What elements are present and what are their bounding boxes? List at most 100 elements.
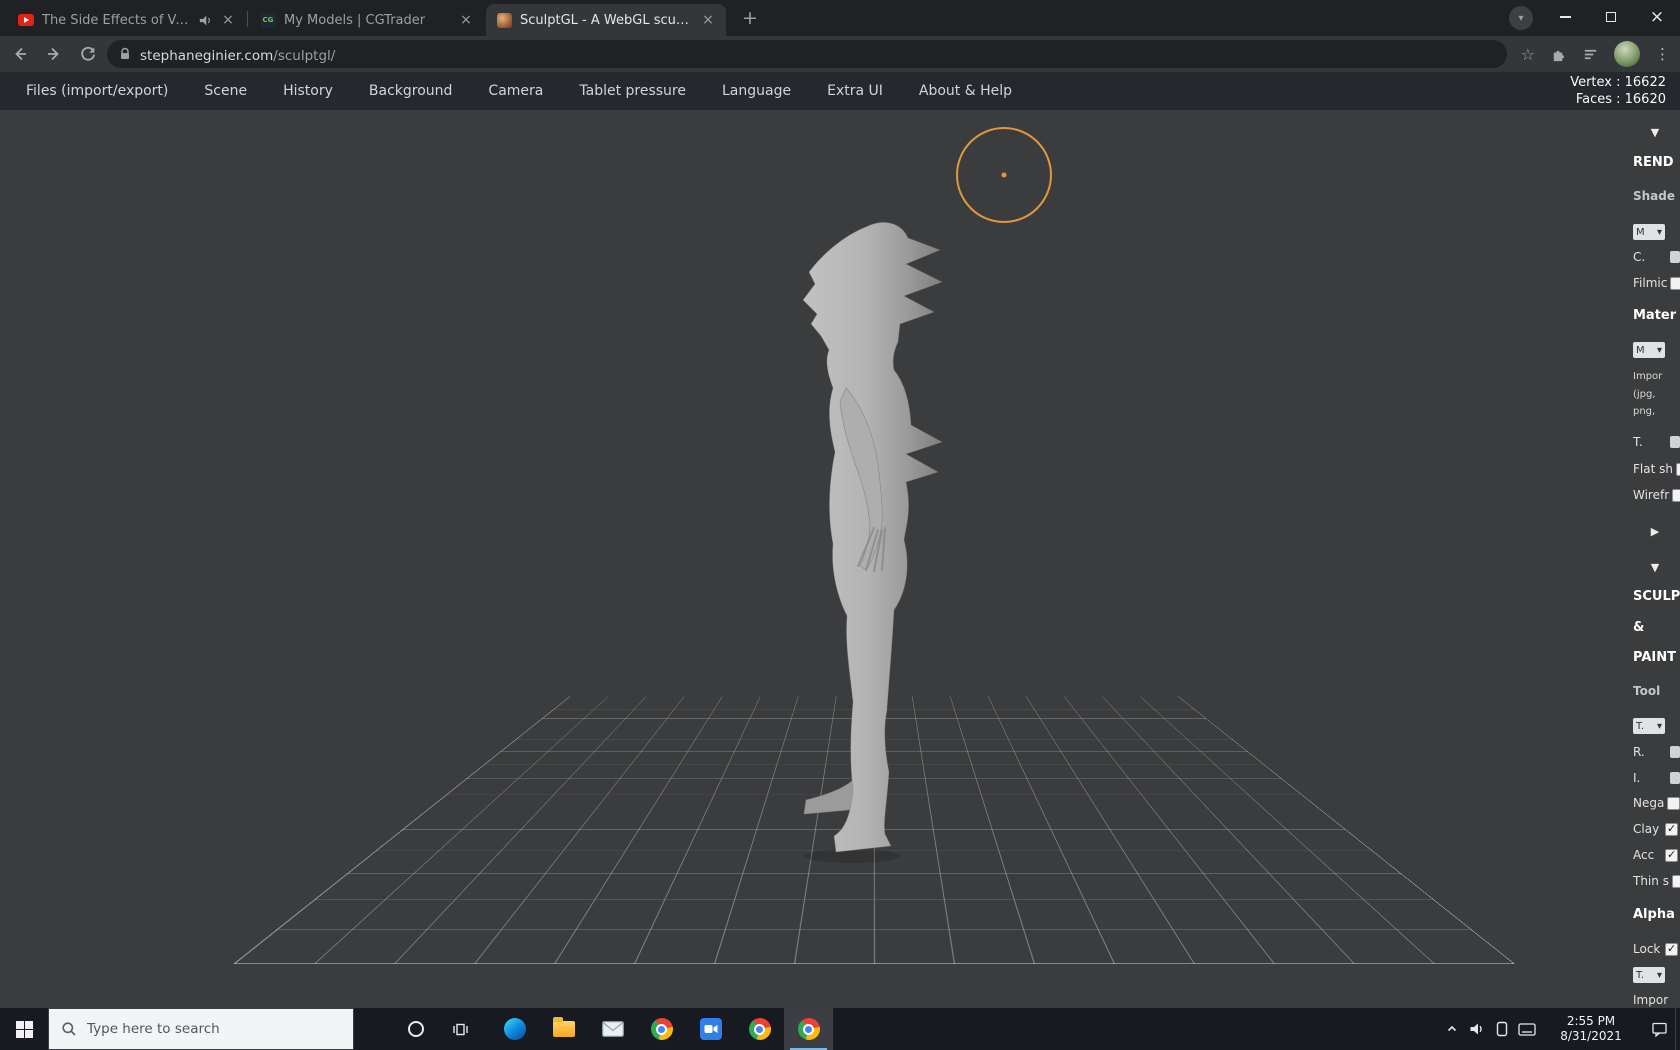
browser-menu-icon[interactable]: ⋮ bbox=[1655, 45, 1670, 63]
pen-device-icon[interactable] bbox=[1489, 1008, 1514, 1050]
tab-cgtrader[interactable]: CG My Models | CGTrader × bbox=[250, 4, 484, 36]
matcap-section-title: Mater bbox=[1633, 307, 1677, 323]
tab-close-icon[interactable]: × bbox=[700, 12, 716, 28]
negative-row[interactable]: Nega bbox=[1630, 793, 1680, 813]
new-tab-button[interactable]: + bbox=[738, 6, 762, 30]
negative-checkbox[interactable] bbox=[1667, 796, 1680, 810]
lock-alpha-row[interactable]: Lock bbox=[1630, 939, 1680, 959]
wireframe-checkbox[interactable] bbox=[1672, 488, 1680, 502]
tool-select-row[interactable]: T. ▾ bbox=[1630, 716, 1680, 736]
menu-language[interactable]: Language bbox=[722, 83, 791, 99]
taskbar-video-button[interactable] bbox=[686, 1008, 735, 1050]
rendering-collapse-icon[interactable]: ▼ bbox=[1630, 122, 1680, 142]
thin-surface-row[interactable]: Thin s bbox=[1630, 871, 1680, 891]
back-button[interactable] bbox=[10, 44, 30, 64]
transparency-slider[interactable] bbox=[1670, 436, 1680, 448]
mail-icon bbox=[601, 1021, 624, 1037]
menu-extra-ui[interactable]: Extra UI bbox=[827, 83, 883, 99]
taskbar-clock[interactable]: 2:55 PM 8/31/2021 bbox=[1539, 1014, 1643, 1044]
tab-sculptgl[interactable]: SculptGL - A WebGL sculpting ap × bbox=[486, 4, 726, 36]
flat-shading-checkbox[interactable] bbox=[1675, 462, 1680, 476]
taskbar-search-box[interactable]: Type here to search bbox=[48, 1008, 354, 1050]
tab-title: The Side Effects of Vaccines bbox=[42, 12, 191, 28]
tab-search-button[interactable]: ▾ bbox=[1509, 6, 1533, 30]
matcap-select[interactable]: M ▾ bbox=[1633, 342, 1665, 358]
shading-select-row[interactable]: M ▾ bbox=[1630, 222, 1680, 242]
action-center-button[interactable] bbox=[1643, 1008, 1675, 1050]
window-minimize-button[interactable] bbox=[1542, 0, 1588, 34]
system-tray: 2:55 PM 8/31/2021 bbox=[1439, 1008, 1680, 1050]
mesh-stats: Vertex : 16622 Faces : 16620 bbox=[1570, 74, 1666, 108]
panel-play-icon[interactable]: ▶ bbox=[1630, 521, 1680, 541]
taskbar-mail-button[interactable] bbox=[588, 1008, 637, 1050]
shading-select[interactable]: M ▾ bbox=[1633, 224, 1665, 240]
show-desktop-button[interactable] bbox=[1675, 1008, 1680, 1050]
taskbar-file-explorer-button[interactable] bbox=[539, 1008, 588, 1050]
profile-avatar[interactable] bbox=[1614, 41, 1640, 67]
accumulate-checkbox[interactable] bbox=[1665, 848, 1678, 862]
bookmark-star-icon[interactable]: ☆ bbox=[1521, 45, 1535, 64]
menu-history[interactable]: History bbox=[283, 83, 333, 99]
task-view-button[interactable] bbox=[438, 1008, 482, 1050]
tool-select[interactable]: T. ▾ bbox=[1633, 718, 1665, 734]
menu-about-help[interactable]: About & Help bbox=[919, 83, 1012, 99]
reload-button[interactable] bbox=[78, 44, 98, 64]
volume-icon[interactable] bbox=[1464, 1008, 1489, 1050]
window-maximize-button[interactable] bbox=[1588, 0, 1634, 34]
intensity-slider[interactable] bbox=[1670, 772, 1680, 784]
address-bar[interactable]: stephaneginier.com/sculptgl/ bbox=[107, 40, 1507, 68]
menu-scene[interactable]: Scene bbox=[204, 83, 247, 99]
clay-checkbox[interactable] bbox=[1665, 822, 1678, 836]
menu-files[interactable]: Files (import/export) bbox=[26, 83, 168, 99]
thin-surface-checkbox[interactable] bbox=[1671, 874, 1680, 888]
alpha-select-row[interactable]: T. ▾ bbox=[1630, 965, 1680, 985]
chevron-down-icon: ▾ bbox=[1656, 720, 1662, 732]
tab-close-icon[interactable]: × bbox=[220, 12, 236, 28]
chevron-down-icon: ▾ bbox=[1656, 344, 1662, 356]
filmic-row[interactable]: Filmic bbox=[1630, 273, 1680, 293]
url-domain: stephaneginier.com bbox=[140, 47, 274, 64]
taskbar-edge-button[interactable] bbox=[490, 1008, 539, 1050]
chrome-icon bbox=[748, 1018, 771, 1040]
import-note-line1[interactable]: Impor bbox=[1630, 366, 1680, 386]
forward-button[interactable] bbox=[44, 44, 64, 64]
accumulate-row[interactable]: Acc bbox=[1630, 845, 1680, 865]
start-button[interactable] bbox=[0, 1008, 48, 1050]
radius-row: R. bbox=[1630, 742, 1680, 762]
sculpt-collapse-icon[interactable]: ▼ bbox=[1630, 557, 1680, 577]
taskbar-chrome-button-active[interactable] bbox=[784, 1008, 833, 1050]
intensity-row: I. bbox=[1630, 768, 1680, 788]
clock-time: 2:55 PM bbox=[1566, 1014, 1616, 1028]
lock-alpha-checkbox[interactable] bbox=[1665, 942, 1678, 956]
sculptgl-favicon-icon bbox=[496, 12, 512, 28]
tab-close-icon[interactable]: × bbox=[458, 12, 474, 28]
alpha-select[interactable]: T. ▾ bbox=[1633, 967, 1665, 983]
url-text: stephaneginier.com/sculptgl/ bbox=[140, 45, 335, 64]
hidden-icons-chevron[interactable] bbox=[1439, 1008, 1464, 1050]
tab-audio-icon[interactable] bbox=[199, 14, 212, 27]
lock-icon[interactable] bbox=[119, 47, 131, 61]
wireframe-row[interactable]: Wirefr bbox=[1630, 485, 1680, 505]
taskbar-chrome-button-1[interactable] bbox=[637, 1008, 686, 1050]
flat-shading-row[interactable]: Flat sh bbox=[1630, 459, 1680, 479]
sculpt-viewport[interactable]: ▼ REND Shade M ▾ C. Filmic Mater M ▾ Impor… bbox=[0, 110, 1680, 1008]
face-count: Faces : 16620 bbox=[1575, 92, 1666, 107]
curvature-slider[interactable] bbox=[1670, 251, 1680, 263]
menu-background[interactable]: Background bbox=[369, 83, 453, 99]
extensions-puzzle-icon[interactable] bbox=[1550, 46, 1567, 63]
import-alpha-row[interactable]: Impor bbox=[1630, 990, 1680, 1008]
file-explorer-icon bbox=[552, 1017, 575, 1037]
radius-slider[interactable] bbox=[1670, 746, 1680, 758]
sculpted-model bbox=[802, 222, 943, 863]
cortana-button[interactable] bbox=[394, 1008, 438, 1050]
keyboard-icon[interactable] bbox=[1514, 1008, 1539, 1050]
matcap-select-row[interactable]: M ▾ bbox=[1630, 340, 1680, 360]
filmic-checkbox[interactable] bbox=[1670, 276, 1680, 290]
window-close-button[interactable]: × bbox=[1634, 0, 1680, 34]
taskbar-chrome-button-2[interactable] bbox=[735, 1008, 784, 1050]
reading-list-icon[interactable] bbox=[1582, 46, 1599, 63]
menu-camera[interactable]: Camera bbox=[488, 83, 543, 99]
clay-row[interactable]: Clay bbox=[1630, 819, 1680, 839]
tab-youtube[interactable]: The Side Effects of Vaccines × bbox=[8, 4, 246, 36]
menu-tablet-pressure[interactable]: Tablet pressure bbox=[579, 83, 686, 99]
